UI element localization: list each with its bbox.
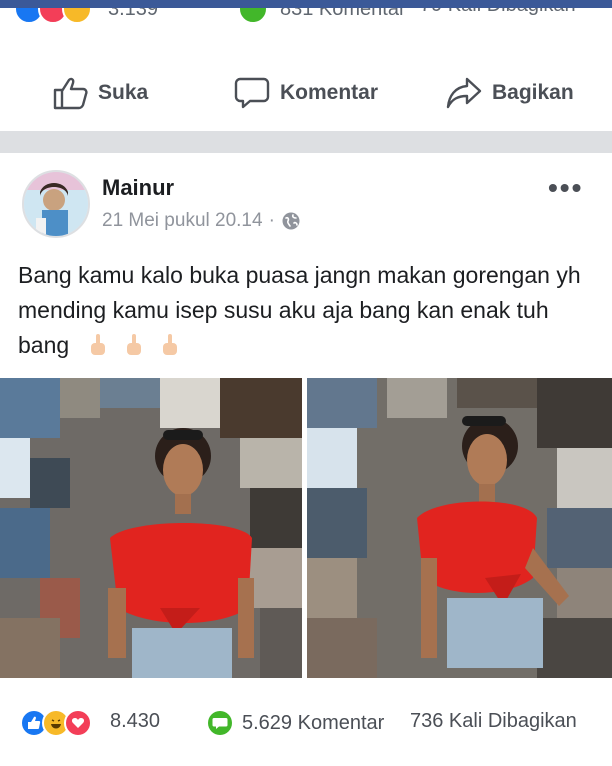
photo-2-image bbox=[307, 378, 612, 678]
share-arrow-icon bbox=[446, 77, 482, 109]
post-stats: 8.430 5.629 Komentar 736 Kali Dibagikan bbox=[0, 700, 612, 744]
globe-icon bbox=[282, 212, 300, 230]
previous-share-stat[interactable]: 79 Kali Dibagikan bbox=[420, 8, 576, 17]
avatar-image bbox=[24, 172, 88, 236]
share-count[interactable]: 736 Kali Dibagikan bbox=[410, 710, 577, 733]
reaction-summary[interactable] bbox=[20, 709, 92, 737]
previous-reactions[interactable]: 3.139 bbox=[14, 8, 158, 24]
comment-count-icon bbox=[208, 711, 232, 735]
author-avatar[interactable] bbox=[22, 170, 90, 238]
meta-separator: · bbox=[268, 210, 275, 231]
middle-finger-emoji-icon bbox=[126, 334, 141, 355]
comment-count[interactable]: 5.629 Komentar bbox=[206, 710, 384, 736]
photo-1-image bbox=[0, 378, 302, 678]
post-text: Bang kamu kalo buka puasa jangn makan go… bbox=[18, 258, 603, 363]
thumbs-up-icon bbox=[53, 77, 88, 110]
share-label: Bagikan bbox=[492, 81, 574, 104]
post-photo-1[interactable] bbox=[0, 378, 302, 678]
haha-reaction-icon bbox=[62, 8, 92, 24]
post-action-bar: Suka Komentar Bagikan bbox=[0, 56, 612, 130]
comment-button[interactable]: Komentar bbox=[234, 76, 378, 110]
previous-post-stats: 3.139 831 Komentar 79 Kali Dibagikan bbox=[0, 8, 612, 34]
like-button[interactable]: Suka bbox=[52, 76, 148, 110]
comment-bubble-icon bbox=[234, 77, 270, 109]
post-meta: 21 Mei pukul 20.14 · bbox=[102, 210, 301, 232]
like-label: Suka bbox=[98, 81, 149, 104]
comment-label: Komentar bbox=[280, 81, 379, 104]
love-reaction-icon bbox=[64, 709, 92, 737]
post-divider bbox=[0, 131, 612, 153]
comment-bubble-icon bbox=[238, 8, 268, 24]
reaction-count: 8.430 bbox=[110, 710, 161, 732]
more-options-button[interactable]: ••• bbox=[548, 172, 583, 204]
share-button[interactable]: Bagikan bbox=[446, 76, 574, 110]
middle-finger-emoji-icon bbox=[90, 334, 105, 355]
post-author-name[interactable]: Mainur bbox=[102, 175, 174, 201]
post-timestamp[interactable]: 21 Mei pukul 20.14 bbox=[102, 210, 263, 232]
previous-comment-stat[interactable]: 831 Komentar bbox=[238, 8, 406, 24]
previous-reaction-count: 3.139 bbox=[108, 8, 159, 20]
top-border bbox=[0, 0, 612, 8]
middle-finger-emoji-icon bbox=[163, 334, 178, 355]
post-photo-2[interactable] bbox=[307, 378, 612, 678]
comment-count-label: 5.629 Komentar bbox=[242, 711, 385, 734]
